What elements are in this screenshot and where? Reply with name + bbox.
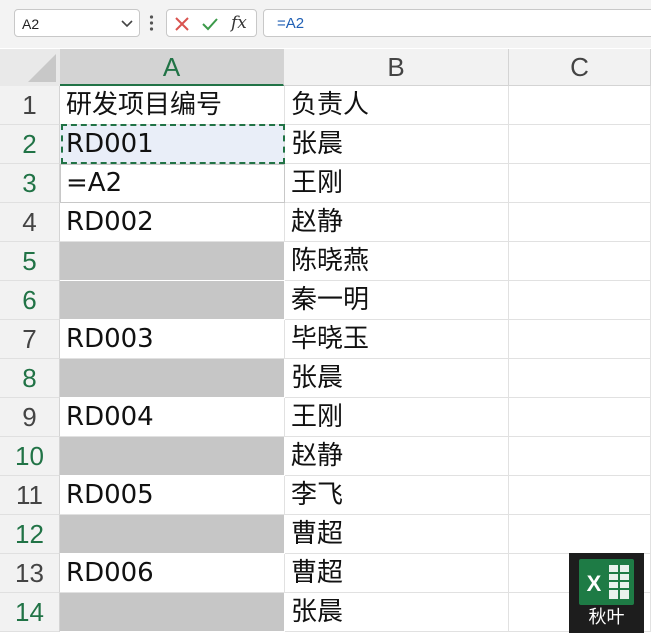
cell-b[interactable]: 陈晓燕	[285, 242, 509, 281]
cell-a[interactable]: RD001	[60, 125, 285, 164]
cell-c[interactable]	[509, 86, 651, 125]
blank-cell[interactable]	[60, 281, 285, 320]
row-header[interactable]: 5	[0, 242, 60, 281]
active-cell	[60, 164, 285, 203]
cell-c[interactable]	[509, 359, 651, 398]
cell-a[interactable]: RD002	[60, 203, 285, 242]
insert-function-button[interactable]: fx	[231, 13, 253, 33]
more-options-icon[interactable]	[149, 14, 154, 32]
cell-b[interactable]: 负责人	[285, 86, 509, 125]
cell-c[interactable]	[509, 398, 651, 437]
cell-a[interactable]: RD004	[60, 398, 285, 437]
row-header[interactable]: 4	[0, 203, 60, 242]
row-header[interactable]: 8	[0, 359, 60, 398]
logo: X 秋叶	[569, 553, 644, 633]
svg-text:X: X	[587, 571, 602, 596]
name-box[interactable]: A2	[14, 9, 140, 37]
cell-b[interactable]: 毕晓玉	[285, 320, 509, 359]
blank-cell[interactable]	[60, 359, 285, 398]
cell-c[interactable]	[509, 242, 651, 281]
cell-b[interactable]: 张晨	[285, 125, 509, 164]
cell-b[interactable]: 秦一明	[285, 281, 509, 320]
row-header[interactable]: 2	[0, 125, 60, 164]
logo-text: 秋叶	[588, 607, 625, 628]
cell-a[interactable]: RD005	[60, 476, 285, 515]
cell-b[interactable]: 张晨	[285, 359, 509, 398]
cell-b[interactable]: 赵静	[285, 203, 509, 242]
formula-bar: A2 fx =A2	[0, 0, 651, 48]
confirm-icon[interactable]	[201, 15, 219, 33]
cell-b[interactable]: 曹超	[285, 515, 509, 554]
row-header[interactable]: 11	[0, 476, 60, 515]
spreadsheet-grid: A B C 1 研发项目编号 负责人 2 RD001 张晨 3 =A2 王刚 4 RD002 赵静 5 陈…	[0, 49, 651, 638]
cell-c[interactable]	[509, 125, 651, 164]
row-header[interactable]: 3	[0, 164, 60, 203]
column-header-c[interactable]: C	[509, 49, 651, 86]
cell-a[interactable]: RD006	[60, 554, 285, 593]
row-header[interactable]: 14	[0, 593, 60, 632]
cell-a[interactable]: RD003	[60, 320, 285, 359]
row-header[interactable]: 9	[0, 398, 60, 437]
row-header[interactable]: 1	[0, 86, 60, 125]
chevron-down-icon[interactable]	[120, 16, 134, 30]
column-header-b[interactable]: B	[284, 49, 509, 86]
cell-b[interactable]: 曹超	[285, 554, 509, 593]
column-header-a[interactable]: A	[60, 49, 284, 86]
cell-b[interactable]: 赵静	[285, 437, 509, 476]
cell-b[interactable]: 张晨	[285, 593, 509, 632]
cell-b[interactable]: 王刚	[285, 398, 509, 437]
blank-cell[interactable]	[60, 242, 285, 281]
cell-b[interactable]: 李飞	[285, 476, 509, 515]
blank-cell[interactable]	[60, 437, 285, 476]
name-box-value: A2	[22, 16, 40, 32]
cell-c[interactable]	[509, 164, 651, 203]
cell-a[interactable]: 研发项目编号	[60, 86, 285, 125]
cell-c[interactable]	[509, 281, 651, 320]
cell-c[interactable]	[509, 437, 651, 476]
formula-value: =A2	[277, 15, 305, 32]
row-header[interactable]: 12	[0, 515, 60, 554]
row-header[interactable]: 7	[0, 320, 60, 359]
formula-actions: fx	[166, 9, 257, 37]
cell-c[interactable]	[509, 320, 651, 359]
cell-b[interactable]: 王刚	[285, 164, 509, 203]
blank-cell[interactable]	[60, 515, 285, 554]
formula-input[interactable]: =A2	[263, 9, 651, 37]
cancel-icon[interactable]	[173, 15, 191, 33]
row-header[interactable]: 6	[0, 281, 60, 320]
select-all-triangle-icon	[28, 54, 56, 82]
cell-c[interactable]	[509, 476, 651, 515]
row-header[interactable]: 10	[0, 437, 60, 476]
cell-c[interactable]	[509, 515, 651, 554]
blank-cell[interactable]	[60, 593, 285, 632]
cell-c[interactable]	[509, 203, 651, 242]
row-header[interactable]: 13	[0, 554, 60, 593]
select-all-button[interactable]	[0, 49, 60, 86]
